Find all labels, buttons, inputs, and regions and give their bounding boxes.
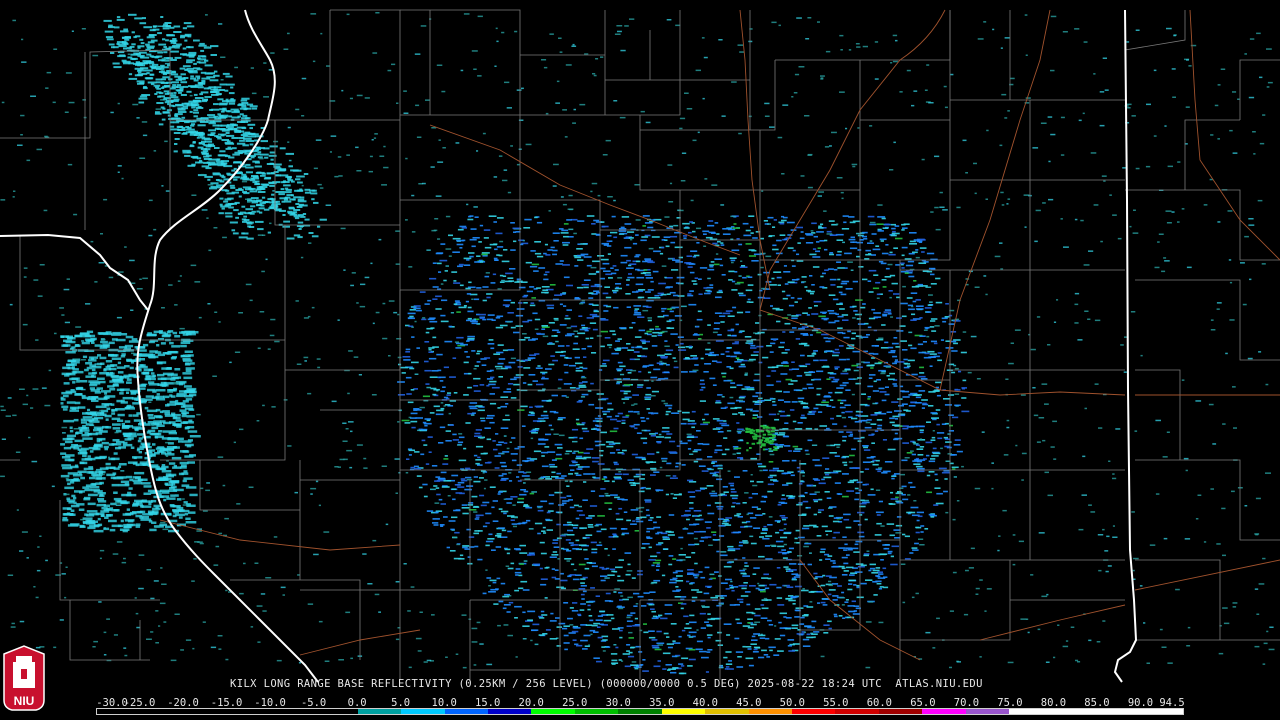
colorbar-segment — [531, 709, 575, 714]
colorbar-segment — [487, 709, 532, 714]
colorbar-segment — [748, 709, 792, 714]
colorbar-segment — [661, 709, 706, 714]
colorbar-segment — [97, 709, 141, 714]
colorbar-segment — [314, 709, 358, 714]
logo-tower-top — [16, 656, 32, 663]
radar-map — [0, 0, 1280, 720]
colorbar-segment — [401, 709, 445, 714]
colorbar-segment — [574, 709, 619, 714]
colorbar-segment — [792, 709, 836, 714]
colorbar — [96, 708, 1184, 715]
colorbar-segment — [357, 709, 402, 714]
colorbar-segment — [618, 709, 662, 714]
colorbar-segment — [705, 709, 749, 714]
colorbar-segment — [270, 709, 315, 714]
colorbar-segment — [835, 709, 879, 714]
product-caption: KILX LONG RANGE BASE REFLECTIVITY (0.25K… — [230, 678, 983, 690]
colorbar-segment — [183, 709, 228, 714]
colorbar-segment — [878, 709, 923, 714]
colorbar-segment — [1139, 709, 1183, 714]
colorbar-segment — [140, 709, 184, 714]
colorbar-segment — [922, 709, 966, 714]
colorbar-segment — [1096, 709, 1140, 714]
colorbar-segment — [965, 709, 1010, 714]
colorbar-segment — [444, 709, 488, 714]
colorbar-segment — [1009, 709, 1053, 714]
colorbar-segment — [227, 709, 271, 714]
colorbar-segment — [1052, 709, 1097, 714]
logo-tower-window — [21, 669, 27, 679]
